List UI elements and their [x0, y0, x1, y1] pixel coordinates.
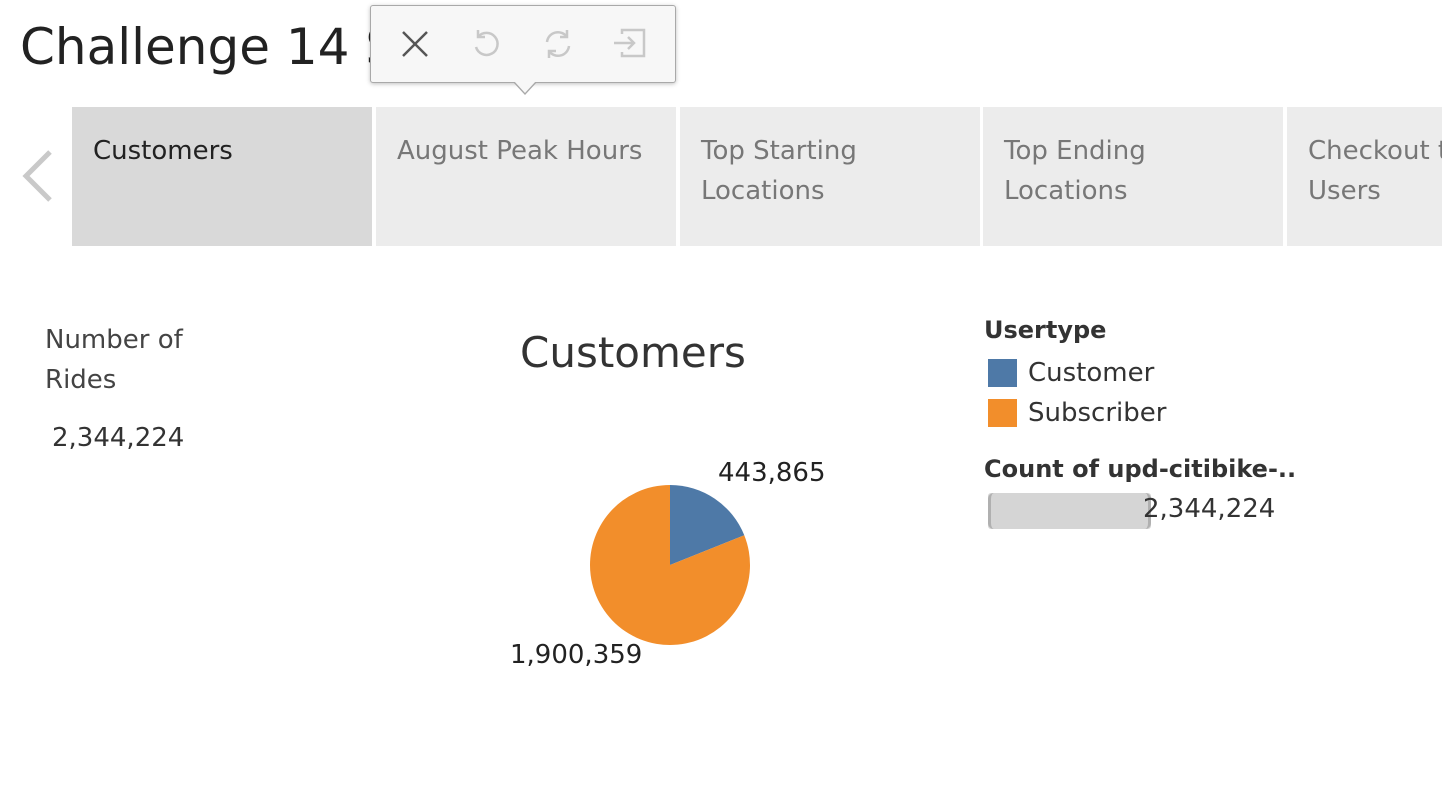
refresh-icon [545, 30, 571, 58]
size-legend-title: Count of upd-citibike-.. [984, 455, 1297, 483]
chevron-left-icon [22, 150, 52, 202]
legend-title: Usertype [984, 316, 1107, 344]
legend-swatch-customer [988, 359, 1017, 387]
tab-customers[interactable]: Customers [72, 107, 372, 246]
legend-label-customer: Customer [1028, 358, 1155, 388]
close-button[interactable] [397, 26, 433, 62]
tab-top-ending-locations[interactable]: Top Ending Locations [983, 107, 1283, 246]
story-toolbar [370, 5, 676, 95]
refresh-button[interactable] [540, 26, 576, 62]
close-icon [402, 31, 428, 57]
exit-icon [614, 28, 646, 58]
tab-august-peak-hours[interactable]: August Peak Hours [376, 107, 676, 246]
legend-swatch-subscriber [988, 399, 1017, 427]
tab-checkout-users[interactable]: Checkout t Users [1287, 107, 1442, 246]
legend-item-customer[interactable]: Customer [988, 358, 1154, 388]
kpi-value: 2,344,224 [52, 423, 185, 453]
legend-label-subscriber: Subscriber [1028, 398, 1167, 428]
chart-title: Customers [520, 328, 746, 377]
exit-button[interactable] [612, 26, 648, 62]
undo-icon [474, 30, 499, 57]
kpi-label: Number of Rides [45, 325, 183, 395]
size-legend-value: 2,344,224 [1143, 494, 1276, 524]
legend-item-subscriber[interactable]: Subscriber [988, 398, 1166, 428]
data-label-subscriber: 1,900,359 [510, 640, 643, 670]
story-tabs: Customers August Peak Hours Top Starting… [72, 107, 1442, 246]
toolbar-pointer [513, 81, 537, 95]
data-label-customer: 443,865 [718, 458, 826, 488]
dashboard-title: Challenge 14 S [20, 18, 398, 76]
size-legend-bar [988, 493, 1151, 529]
previous-tab-button[interactable] [18, 148, 58, 204]
size-legend-cap-left [988, 493, 994, 529]
undo-button[interactable] [468, 26, 504, 62]
tab-top-starting-locations[interactable]: Top Starting Locations [680, 107, 980, 246]
